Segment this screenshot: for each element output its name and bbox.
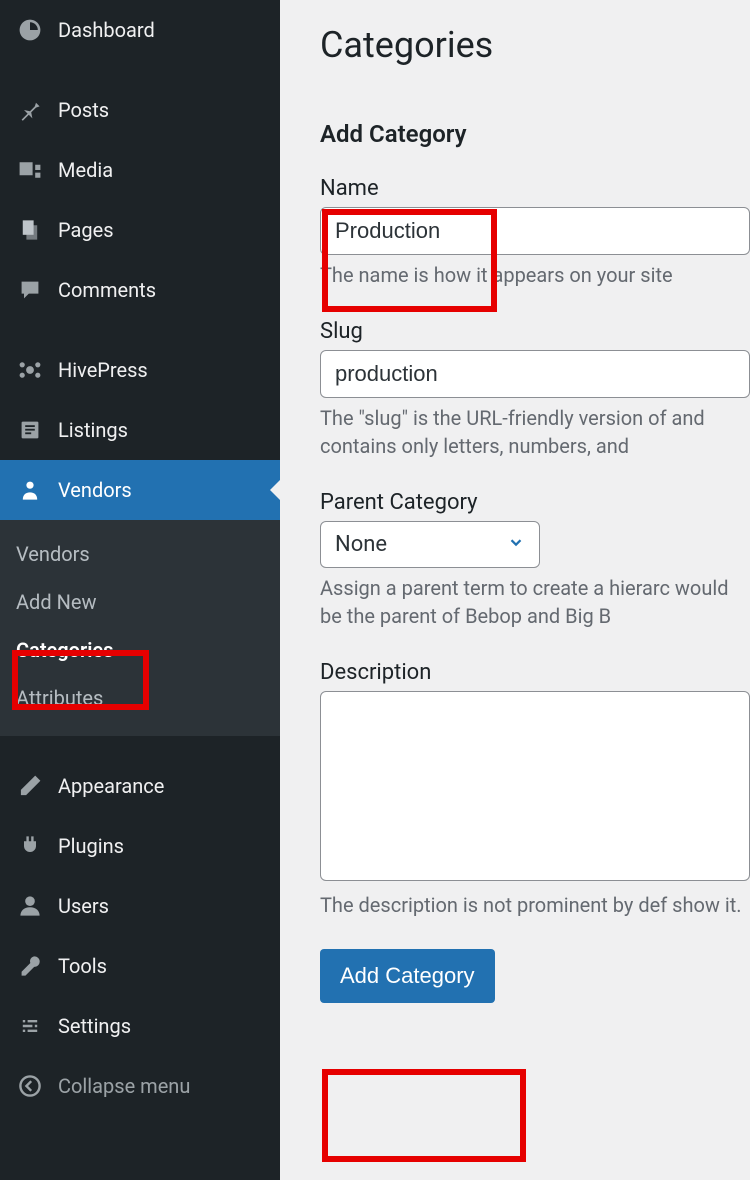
comments-icon — [16, 276, 44, 304]
sidebar-item-label: Vendors — [58, 478, 132, 502]
parent-help: Assign a parent term to create a hierarc… — [320, 574, 750, 630]
sidebar-item-comments[interactable]: Comments — [0, 260, 280, 320]
sidebar-item-users[interactable]: Users — [0, 876, 280, 936]
sidebar-item-media[interactable]: Media — [0, 140, 280, 200]
sidebar-item-label: Plugins — [58, 834, 124, 858]
appearance-icon — [16, 772, 44, 800]
sidebar-item-label: Listings — [58, 418, 128, 442]
sidebar-item-plugins[interactable]: Plugins — [0, 816, 280, 876]
section-title: Add Category — [320, 120, 750, 148]
submenu-item-add-new[interactable]: Add New — [0, 578, 280, 626]
chevron-down-icon — [507, 532, 525, 557]
sidebar-item-label: Pages — [58, 218, 114, 242]
pin-icon — [16, 96, 44, 124]
sidebar-item-label: Users — [58, 894, 109, 918]
parent-select[interactable]: None — [320, 521, 540, 568]
sidebar-item-label: Settings — [58, 1014, 131, 1038]
sidebar-item-vendors[interactable]: Vendors — [0, 460, 280, 520]
dashboard-icon — [16, 16, 44, 44]
collapse-menu[interactable]: Collapse menu — [0, 1056, 280, 1116]
sidebar-item-settings[interactable]: Settings — [0, 996, 280, 1056]
main-content: Categories Add Category Name The name is… — [280, 0, 750, 1180]
field-description: Description The description is not promi… — [320, 660, 750, 919]
field-name: Name The name is how it appears on your … — [320, 176, 750, 289]
pages-icon — [16, 216, 44, 244]
sidebar-item-label: Media — [58, 158, 113, 182]
sidebar-item-label: Dashboard — [58, 18, 155, 42]
name-label: Name — [320, 176, 750, 201]
sidebar-item-listings[interactable]: Listings — [0, 400, 280, 460]
sidebar-item-label: Posts — [58, 98, 109, 122]
sidebar-item-appearance[interactable]: Appearance — [0, 756, 280, 816]
slug-label: Slug — [320, 319, 750, 344]
media-icon — [16, 156, 44, 184]
sidebar-item-tools[interactable]: Tools — [0, 936, 280, 996]
sidebar-item-dashboard[interactable]: Dashboard — [0, 0, 280, 60]
plugins-icon — [16, 832, 44, 860]
sidebar-item-hivepress[interactable]: HivePress — [0, 340, 280, 400]
name-input[interactable] — [320, 207, 750, 255]
sidebar-item-label: HivePress — [58, 358, 148, 382]
name-help: The name is how it appears on your site — [320, 261, 750, 289]
page-title: Categories — [320, 24, 750, 66]
field-slug: Slug The "slug" is the URL-friendly vers… — [320, 319, 750, 460]
description-input[interactable] — [320, 691, 750, 881]
sidebar-item-label: Comments — [58, 278, 156, 302]
settings-icon — [16, 1012, 44, 1040]
slug-input[interactable] — [320, 350, 750, 398]
submenu-item-vendors[interactable]: Vendors — [0, 530, 280, 578]
users-icon — [16, 892, 44, 920]
parent-select-value: None — [335, 532, 387, 557]
sidebar-item-label: Tools — [58, 954, 107, 978]
submenu-item-attributes[interactable]: Attributes — [0, 674, 280, 722]
collapse-icon — [16, 1072, 44, 1100]
listings-icon — [16, 416, 44, 444]
sidebar-submenu: Vendors Add New Categories Attributes — [0, 520, 280, 736]
admin-sidebar: Dashboard Posts Media Pages Commen — [0, 0, 280, 1180]
hivepress-icon — [16, 356, 44, 384]
submenu-item-categories[interactable]: Categories — [0, 626, 280, 674]
slug-help: The "slug" is the URL-friendly version o… — [320, 404, 750, 460]
vendors-icon — [16, 476, 44, 504]
field-parent: Parent Category None Assign a parent ter… — [320, 490, 750, 630]
description-label: Description — [320, 660, 750, 685]
tools-icon — [16, 952, 44, 980]
collapse-label: Collapse menu — [58, 1074, 190, 1098]
sidebar-item-posts[interactable]: Posts — [0, 80, 280, 140]
parent-label: Parent Category — [320, 490, 750, 515]
sidebar-item-label: Appearance — [58, 774, 164, 798]
sidebar-item-pages[interactable]: Pages — [0, 200, 280, 260]
add-category-button[interactable]: Add Category — [320, 949, 495, 1003]
description-help: The description is not prominent by def … — [320, 891, 750, 919]
